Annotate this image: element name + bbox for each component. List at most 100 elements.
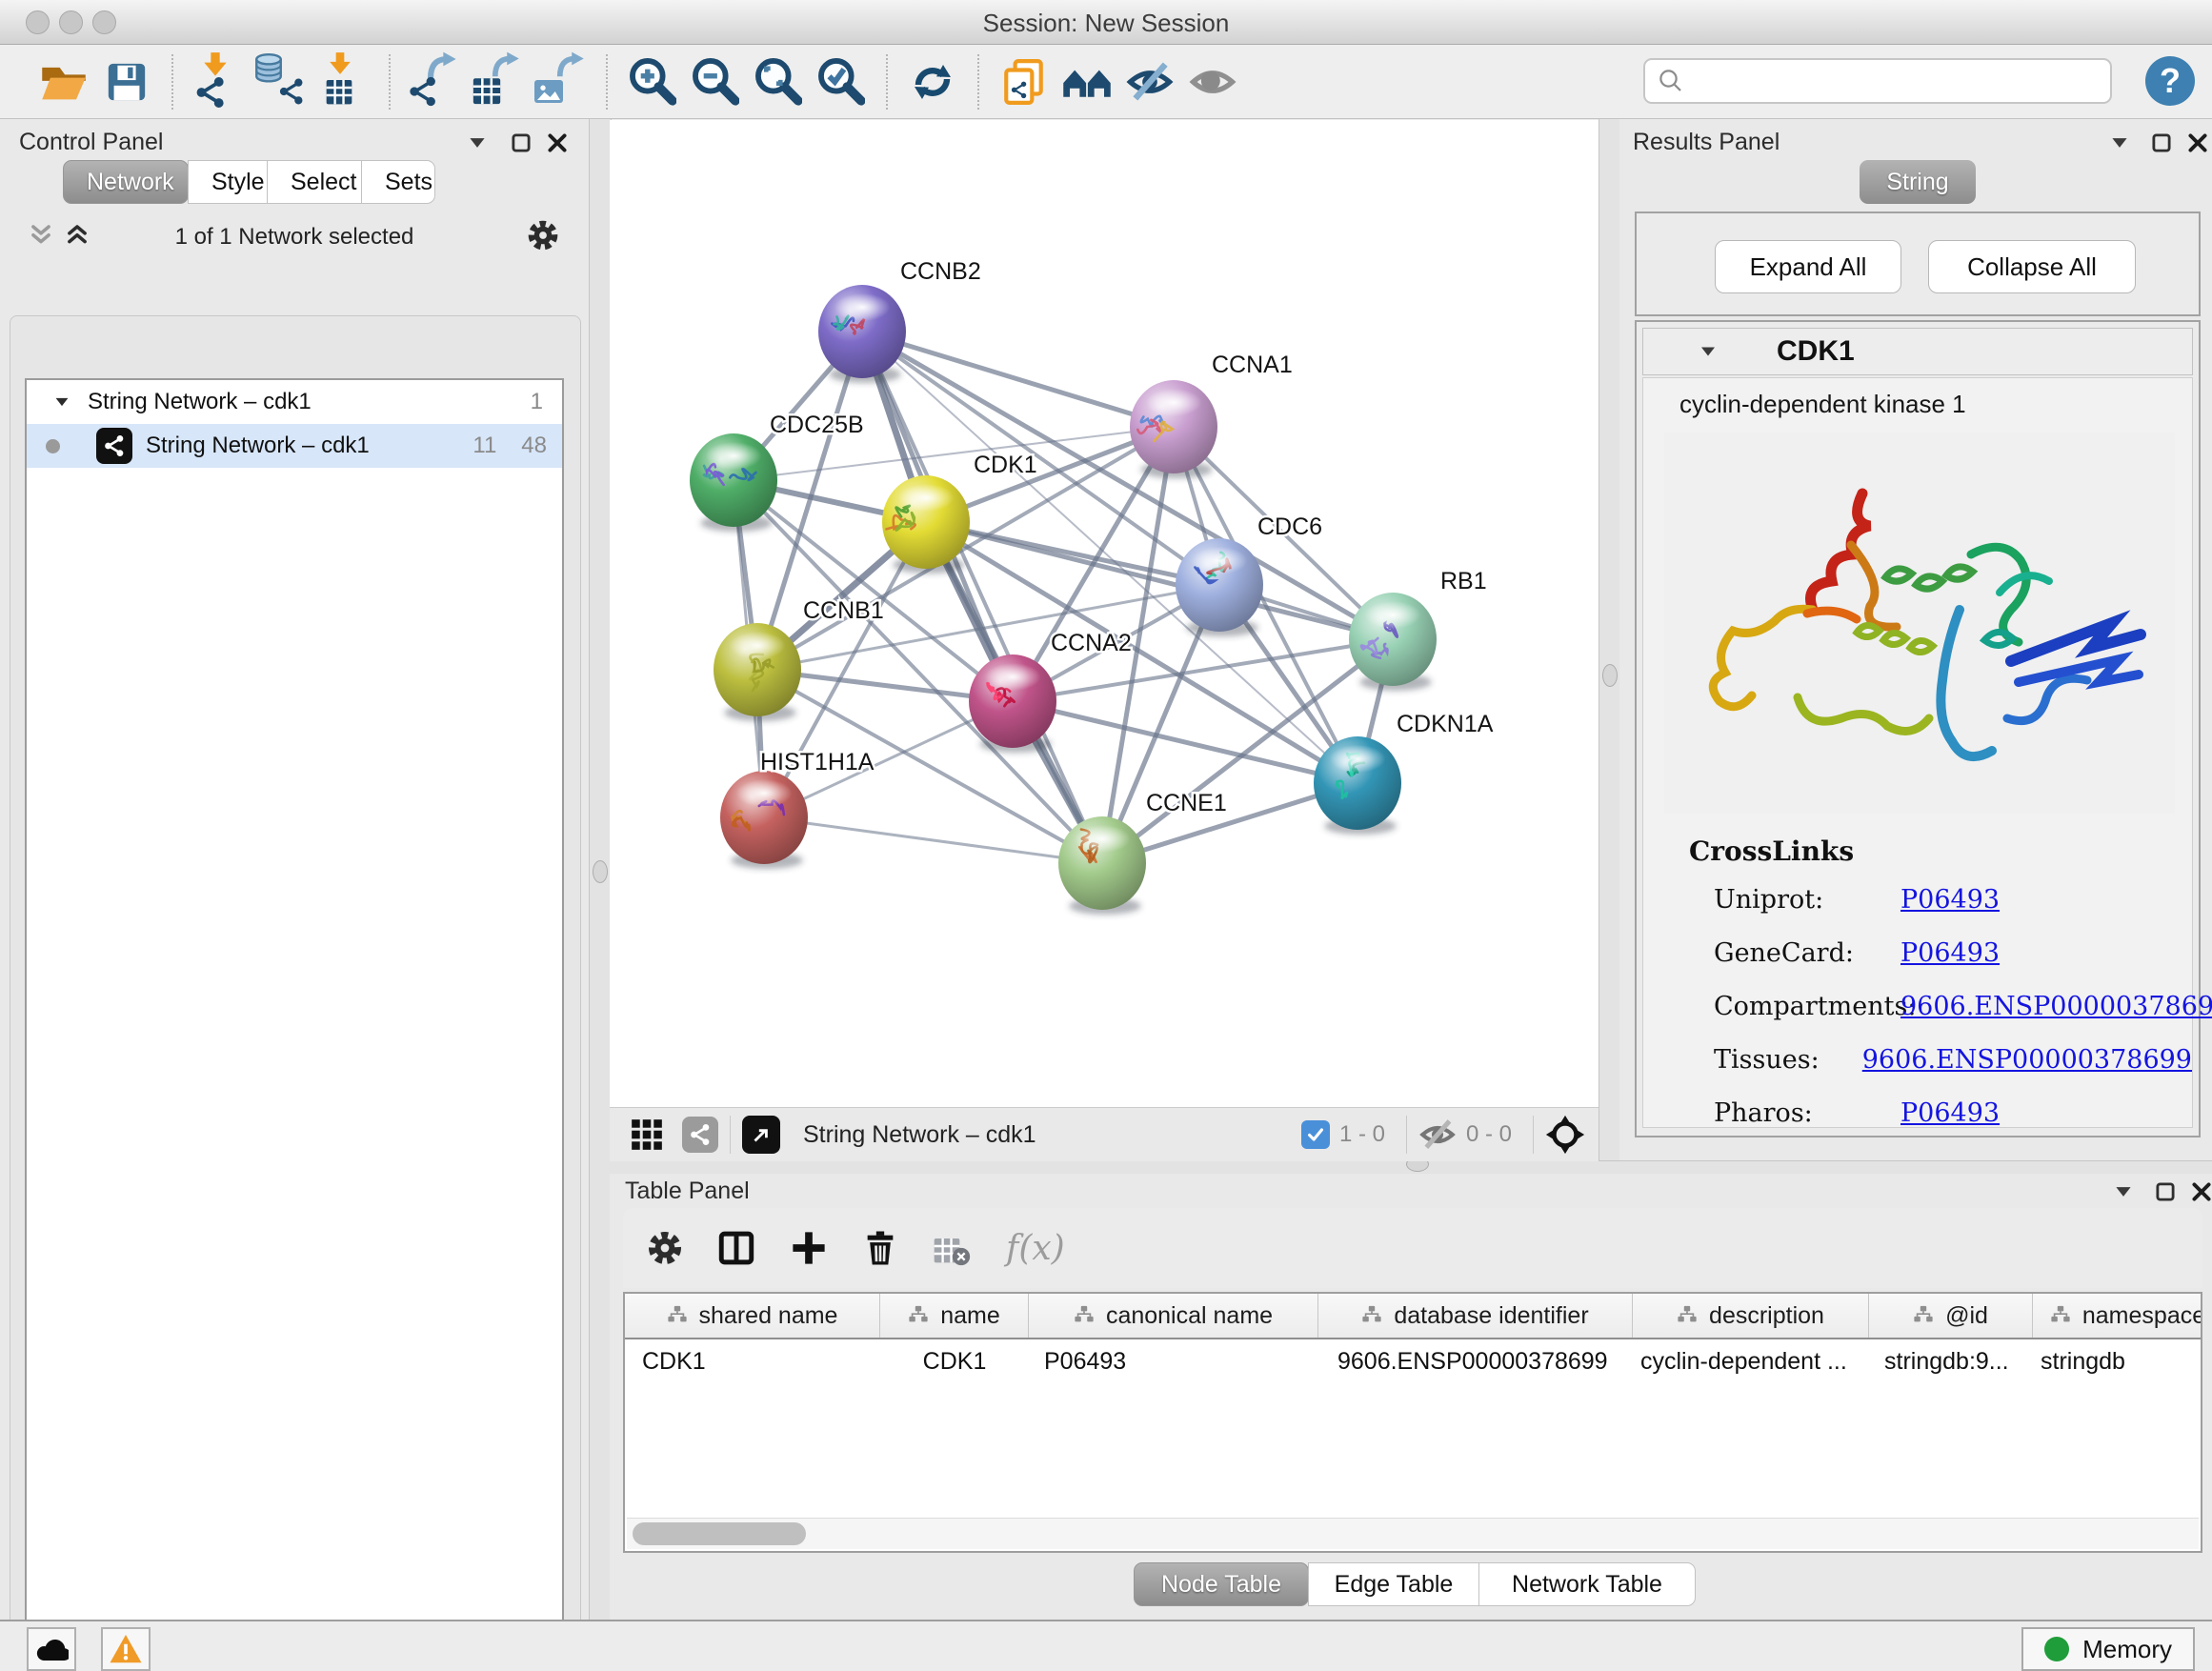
cell-name[interactable]: CDK1 (880, 1348, 1029, 1376)
results-gene-box: CDK1 cyclin-dependent kinase 1 (1635, 320, 2201, 1137)
compartments-link[interactable]: 9606.ENSP00000378699 (1900, 992, 2212, 1021)
tab-style[interactable]: Style (188, 160, 268, 204)
zoom-selected-button[interactable] (810, 51, 873, 112)
trash-icon[interactable] (861, 1229, 899, 1267)
close-panel-icon[interactable] (545, 131, 570, 155)
node-label[interactable]: CCNB1 (803, 597, 884, 624)
search-field[interactable] (1643, 58, 2112, 104)
gene-header-row[interactable]: CDK1 (1642, 328, 2193, 375)
right-splitter[interactable] (1599, 119, 1621, 1160)
add-column-icon[interactable] (789, 1228, 829, 1268)
network-row-selected[interactable]: String Network – cdk1 11 48 (27, 424, 562, 468)
splitter-handle[interactable] (593, 860, 608, 883)
node-label[interactable]: CDC25B (770, 412, 864, 438)
close-panel-icon[interactable] (2189, 1179, 2212, 1204)
cell-canonical-name[interactable]: P06493 (1029, 1348, 1318, 1376)
node-label[interactable]: CCNA1 (1212, 352, 1293, 378)
open-in-window-button[interactable] (742, 1116, 780, 1154)
genecard-link[interactable]: P06493 (1900, 938, 2000, 968)
network-canvas[interactable]: CCNB2 CCNA1 CDC25B CDK1 CDC6 RB1 CCNB1 CCNA2 CDK… (610, 120, 1599, 1107)
column-header-canonical-name[interactable]: canonical name (1029, 1294, 1318, 1338)
node-label[interactable]: CCNA2 (1051, 630, 1132, 656)
column-header--id[interactable]: @id (1869, 1294, 2033, 1338)
tissues-link[interactable]: 9606.ENSP00000378699 (1862, 1045, 2192, 1075)
collapse-panel-icon[interactable] (2111, 1179, 2136, 1204)
pharos-link[interactable]: P06493 (1900, 1098, 2000, 1128)
splitter-handle[interactable] (1602, 664, 1618, 687)
tab-network[interactable]: Network (63, 160, 189, 204)
left-splitter[interactable] (589, 119, 612, 1620)
grid-view-icon[interactable] (629, 1117, 665, 1153)
export-table-button[interactable] (467, 51, 530, 112)
column-header-name[interactable]: name (880, 1294, 1029, 1338)
columns-icon[interactable] (716, 1228, 756, 1268)
warnings-button[interactable] (101, 1627, 151, 1671)
cell-description[interactable]: cyclin-dependent ... (1633, 1348, 1869, 1376)
column-header-namespace[interactable]: namespace (2033, 1294, 2202, 1338)
cell-shared-name[interactable]: CDK1 (625, 1348, 880, 1376)
save-session-button[interactable] (95, 51, 158, 112)
tab-node-table[interactable]: Node Table (1134, 1562, 1309, 1606)
close-panel-icon[interactable] (2185, 131, 2210, 155)
gear-icon[interactable] (526, 218, 560, 252)
scrollbar-thumb[interactable] (633, 1522, 806, 1545)
node-label[interactable]: CCNB2 (900, 258, 981, 285)
help-button[interactable]: ? (2145, 56, 2195, 106)
selected-indicator-checkbox[interactable] (1301, 1120, 1330, 1149)
import-table-button[interactable] (312, 51, 375, 112)
column-header-description[interactable]: description (1633, 1294, 1869, 1338)
export-network-button[interactable] (404, 51, 467, 112)
gear-icon[interactable] (646, 1229, 684, 1267)
open-session-button[interactable] (32, 51, 95, 112)
hidden-eye-icon[interactable] (1418, 1116, 1457, 1154)
refresh-button[interactable] (901, 51, 964, 112)
search-input[interactable] (1685, 67, 2089, 95)
tab-network-table[interactable]: Network Table (1478, 1562, 1696, 1606)
network-collection-row[interactable]: String Network – cdk1 1 (27, 380, 562, 424)
cell--id[interactable]: stringdb:9... (1869, 1348, 2033, 1376)
node-label[interactable]: RB1 (1440, 568, 1487, 594)
cloud-button[interactable] (27, 1627, 76, 1671)
tab-edge-table[interactable]: Edge Table (1308, 1562, 1479, 1606)
node-label[interactable]: HIST1H1A (760, 749, 875, 775)
zoom-in-button[interactable] (621, 51, 684, 112)
cell-database-identifier[interactable]: 9606.ENSP00000378699 (1318, 1348, 1633, 1376)
import-network-from-database-button[interactable] (250, 51, 312, 112)
hide-selected-button[interactable] (1118, 51, 1181, 112)
export-image-button[interactable] (530, 51, 593, 112)
uniprot-link[interactable]: P06493 (1900, 885, 2000, 915)
zoom-fit-button[interactable] (747, 51, 810, 112)
cell-namespace[interactable]: stringdb (2033, 1348, 2202, 1376)
collapse-panel-icon[interactable] (2107, 131, 2132, 155)
tab-string[interactable]: String (1860, 160, 1976, 204)
collapse-all-button[interactable]: Collapse All (1928, 240, 2136, 293)
birdseye-crosshair-icon[interactable] (1545, 1115, 1585, 1155)
import-network-button[interactable] (187, 51, 250, 112)
zoom-out-button[interactable] (684, 51, 747, 112)
show-all-button[interactable] (1181, 51, 1244, 112)
node-label[interactable]: CDKN1A (1397, 711, 1494, 737)
float-panel-icon[interactable] (509, 131, 533, 155)
float-panel-icon[interactable] (2149, 131, 2174, 155)
table-row[interactable]: CDK1CDK1P064939606.ENSP00000378699cyclin… (625, 1339, 2201, 1383)
function-builder-button[interactable]: f(x) (1006, 1229, 1065, 1268)
network-share-toggle[interactable] (682, 1117, 718, 1153)
horizontal-scrollbar[interactable] (627, 1518, 2199, 1549)
delete-table-button[interactable] (932, 1229, 974, 1267)
node-label[interactable]: CDK1 (974, 452, 1037, 478)
crosslink-row: Uniprot: P06493 (1714, 873, 2192, 926)
hierarchy-icon (2050, 1305, 2071, 1326)
node-label[interactable]: CDC6 (1257, 513, 1322, 540)
tab-select[interactable]: Select (267, 160, 362, 204)
collapse-panel-icon[interactable] (465, 131, 490, 155)
double-house-button[interactable] (1056, 51, 1118, 112)
column-header-database-identifier[interactable]: database identifier (1318, 1294, 1633, 1338)
memory-button[interactable]: Memory (2021, 1627, 2195, 1671)
column-header-shared-name[interactable]: shared name (625, 1294, 880, 1338)
float-panel-icon[interactable] (2153, 1179, 2178, 1204)
new-network-from-selection-button[interactable] (993, 51, 1056, 112)
tab-sets[interactable]: Sets (361, 160, 435, 204)
node-label[interactable]: CCNE1 (1146, 790, 1227, 816)
network-graph[interactable]: CCNB2 CCNA1 CDC25B CDK1 CDC6 RB1 CCNB1 CCNA2 CDK… (610, 120, 1599, 1107)
expand-all-button[interactable]: Expand All (1715, 240, 1901, 293)
